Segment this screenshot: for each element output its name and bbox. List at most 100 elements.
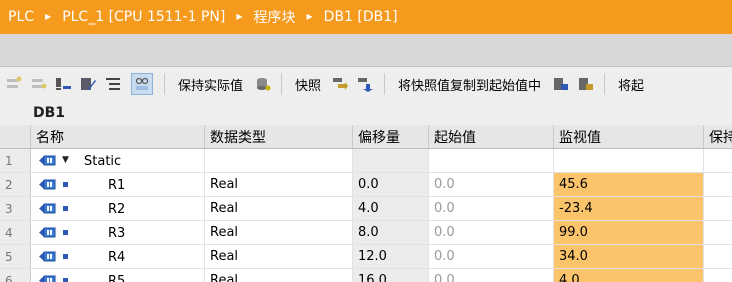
table-row[interactable]: 1 ▼ Static (0, 149, 732, 173)
insert-row-icon[interactable] (5, 76, 22, 93)
monitor-value-cell: 99.0 (554, 221, 704, 244)
load-actual-values-icon[interactable] (577, 76, 594, 93)
retain-cell[interactable] (704, 149, 732, 172)
copy-to-snapshot-icon[interactable] (332, 76, 349, 93)
db-member-icon (39, 203, 56, 214)
start-value-cell[interactable]: 0.0 (429, 269, 554, 282)
variable-bullet-icon (63, 278, 68, 282)
start-value-cell[interactable]: 0.0 (429, 197, 554, 220)
table-row[interactable]: 2 R1 Real 0.0 0.0 45.6 (0, 173, 732, 197)
name-cell[interactable]: R4 (31, 245, 205, 268)
db-member-icon (39, 155, 56, 166)
retain-cell[interactable] (704, 197, 732, 220)
db-editor-window: PLC ▶ PLC_1 [CPU 1511-1 PN] ▶ 程序块 ▶ DB1 … (0, 0, 732, 282)
offset-cell: 4.0 (353, 197, 429, 220)
copy-start-to-button[interactable]: 将起 (618, 75, 644, 94)
variable-name: R4 (108, 249, 126, 265)
struct-name: Static (84, 153, 122, 169)
variable-name: R3 (108, 225, 126, 241)
breadcrumb: PLC ▶ PLC_1 [CPU 1511-1 PN] ▶ 程序块 ▶ DB1 … (0, 0, 732, 34)
toolbar-separator (281, 73, 283, 95)
keep-actual-values-button[interactable]: 保持实际值 (178, 75, 243, 94)
start-value-cell[interactable]: 0.0 (429, 173, 554, 196)
variable-name: R2 (108, 201, 126, 217)
breadcrumb-db1[interactable]: DB1 [DB1] (322, 9, 400, 25)
header-offset[interactable]: 偏移量 (353, 125, 429, 148)
breadcrumb-separator-icon: ▶ (45, 11, 52, 21)
row-number: 1 (0, 149, 31, 172)
row-number: 5 (0, 245, 31, 268)
toolbar-separator (164, 73, 165, 95)
collapse-arrow-icon[interactable]: ▼ (62, 155, 69, 165)
table-row[interactable]: 6 R5 Real 16.0 0.0 4.0 (0, 269, 732, 282)
header-retain[interactable]: 保持 (704, 125, 732, 148)
variable-bullet-icon (63, 182, 68, 187)
toolbar-separator (604, 73, 606, 95)
database-icon[interactable] (254, 76, 271, 93)
retain-cell[interactable] (704, 221, 732, 244)
monitor-value-cell: -23.4 (554, 197, 704, 220)
load-start-values-icon[interactable] (552, 76, 569, 93)
table-row[interactable]: 3 R2 Real 4.0 0.0 -23.4 (0, 197, 732, 221)
name-cell[interactable]: R1 (31, 173, 205, 196)
db-member-icon (39, 251, 56, 262)
variable-bullet-icon (63, 230, 68, 235)
row-number: 3 (0, 197, 31, 220)
variable-bullet-icon (63, 254, 68, 259)
breadcrumb-plc-device[interactable]: PLC_1 [CPU 1511-1 PN] (60, 9, 227, 25)
header-row-number (0, 125, 31, 148)
offset-cell: 8.0 (353, 221, 429, 244)
name-cell[interactable]: R3 (31, 221, 205, 244)
expand-all-icon[interactable] (55, 76, 72, 93)
variable-bullet-icon (63, 206, 68, 211)
header-data-type[interactable]: 数据类型 (205, 125, 353, 148)
data-type-cell[interactable]: Real (205, 245, 353, 268)
name-cell[interactable]: ▼ Static (31, 149, 205, 172)
header-start-value[interactable]: 起始值 (429, 125, 554, 148)
offset-cell: 16.0 (353, 269, 429, 282)
data-type-cell[interactable]: Real (205, 221, 353, 244)
header-monitor-value[interactable]: 监视值 (554, 125, 704, 148)
breadcrumb-separator-icon: ▶ (306, 11, 313, 21)
start-value-cell[interactable]: 0.0 (429, 221, 554, 244)
db-member-icon (39, 275, 56, 282)
breadcrumb-plc[interactable]: PLC (6, 9, 36, 25)
offset-cell: 0.0 (353, 173, 429, 196)
table-header: 名称 数据类型 偏移量 起始值 监视值 保持 (0, 125, 732, 149)
db-member-icon (39, 179, 56, 190)
retain-cell[interactable] (704, 245, 732, 268)
monitor-value-cell: 45.6 (554, 173, 704, 196)
edit-list-icon[interactable] (80, 76, 97, 93)
data-type-cell[interactable] (205, 149, 353, 172)
db-table: 名称 数据类型 偏移量 起始值 监视值 保持 1 ▼ Static 2 (0, 125, 732, 282)
start-value-cell[interactable]: 0.0 (429, 245, 554, 268)
table-row[interactable]: 4 R3 Real 8.0 0.0 99.0 (0, 221, 732, 245)
row-number: 6 (0, 269, 31, 282)
table-row[interactable]: 5 R4 Real 12.0 0.0 34.0 (0, 245, 732, 269)
add-row-icon[interactable] (30, 76, 47, 93)
retain-cell[interactable] (704, 269, 732, 282)
monitor-value-cell: 34.0 (554, 245, 704, 268)
name-cell[interactable]: R5 (31, 269, 205, 282)
header-name[interactable]: 名称 (31, 125, 205, 148)
data-type-cell[interactable]: Real (205, 269, 353, 282)
name-cell[interactable]: R2 (31, 197, 205, 220)
db-member-icon (39, 227, 56, 238)
snapshot-button[interactable]: 快照 (295, 75, 321, 94)
copy-snapshot-to-start-button[interactable]: 将快照值复制到起始值中 (398, 75, 541, 94)
data-type-cell[interactable]: Real (205, 197, 353, 220)
row-number: 4 (0, 221, 31, 244)
window-title-strip (0, 34, 732, 67)
start-value-cell[interactable] (429, 149, 554, 172)
variable-name: R1 (108, 177, 126, 193)
data-type-cell[interactable]: Real (205, 173, 353, 196)
breadcrumb-separator-icon: ▶ (236, 11, 243, 21)
breadcrumb-program-blocks[interactable]: 程序块 (252, 7, 298, 27)
copy-from-snapshot-icon[interactable] (357, 76, 374, 93)
list-view-icon[interactable] (105, 76, 122, 93)
variable-name: R5 (108, 273, 126, 282)
offset-cell (353, 149, 429, 172)
monitor-all-icon[interactable] (131, 73, 153, 95)
monitor-value-cell: 4.0 (554, 269, 704, 282)
retain-cell[interactable] (704, 173, 732, 196)
